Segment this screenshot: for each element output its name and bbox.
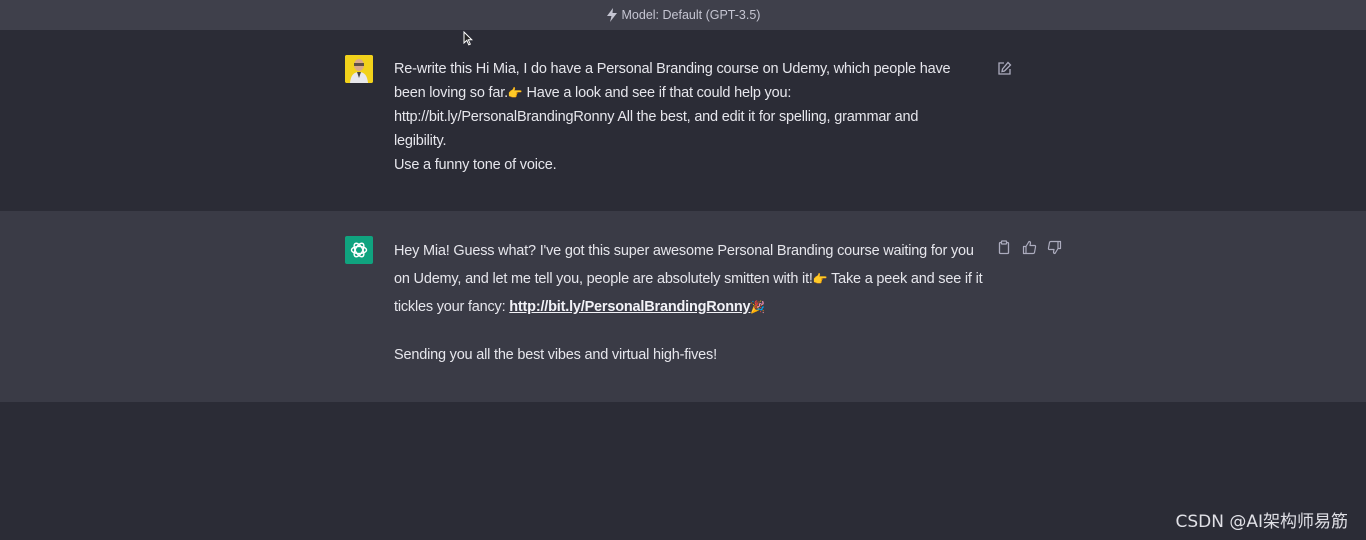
model-header: Model: Default (GPT-3.5) <box>0 0 1366 30</box>
pointing-hand-icon: 👉 <box>812 272 828 286</box>
user-avatar <box>345 55 373 83</box>
user-message-text: Re-write this Hi Mia, I do have a Person… <box>394 57 984 177</box>
watermark-text: CSDN @AI架构师易筋 <box>1175 512 1348 532</box>
empty-chat-area <box>0 402 1366 540</box>
edit-message-icon[interactable] <box>996 60 1012 76</box>
assistant-message-row: Hey Mia! Guess what? I've got this super… <box>0 211 1366 402</box>
bolt-icon <box>606 8 617 22</box>
assistant-paragraph-1: Hey Mia! Guess what? I've got this super… <box>394 237 984 321</box>
pointing-hand-icon: 👉 <box>507 86 523 100</box>
thumbs-up-icon[interactable] <box>1021 239 1037 255</box>
model-label: Model: Default (GPT-3.5) <box>621 8 761 22</box>
user-line: legibility. <box>394 133 447 149</box>
user-line: Use a funny tone of voice. <box>394 157 557 173</box>
course-link[interactable]: http://bit.ly/PersonalBrandingRonny <box>509 299 750 315</box>
assistant-message-text: Hey Mia! Guess what? I've got this super… <box>394 237 984 369</box>
party-popper-icon: 🎉 <box>750 300 766 314</box>
mouse-cursor-icon <box>463 31 473 46</box>
chatgpt-logo-icon <box>345 236 373 264</box>
copy-icon[interactable] <box>996 239 1012 255</box>
assistant-paragraph-2: Sending you all the best vibes and virtu… <box>394 347 717 363</box>
user-message-row: Re-write this Hi Mia, I do have a Person… <box>0 30 1366 211</box>
user-line: Re-write this Hi Mia, I do have a Person… <box>394 61 951 77</box>
user-line: been loving so far.👉 Have a look and see… <box>394 81 984 105</box>
thumbs-down-icon[interactable] <box>1046 239 1062 255</box>
user-line: http://bit.ly/PersonalBrandingRonny All … <box>394 109 919 125</box>
